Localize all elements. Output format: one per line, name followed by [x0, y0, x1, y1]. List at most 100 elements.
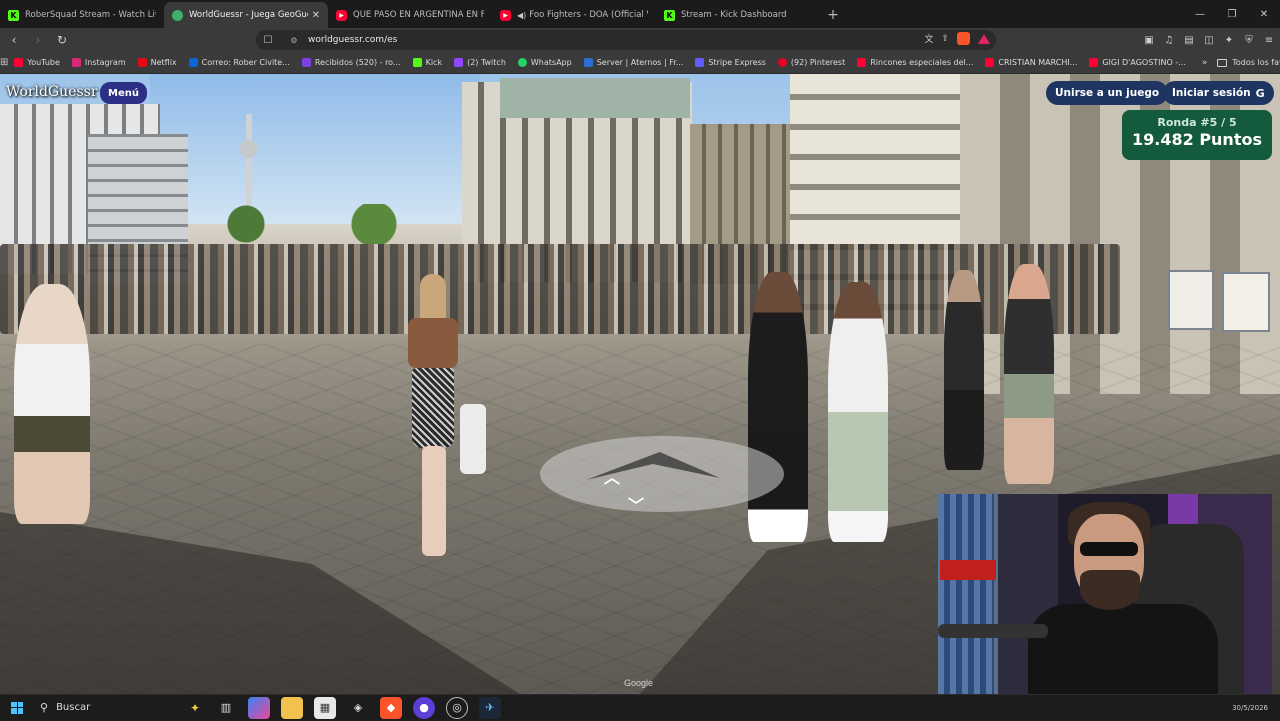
reload-icon[interactable]: ↻: [52, 30, 72, 50]
curtain: [938, 494, 994, 694]
system-tray-date[interactable]: 30/5/2026: [1232, 704, 1280, 712]
round-score-panel: Ronda #5 / 5 19.482 Puntos: [1122, 110, 1272, 160]
proton-mail-icon: [301, 58, 311, 67]
wallet-icon[interactable]: ◫: [1202, 30, 1216, 50]
apps-grid-icon[interactable]: ⊞: [0, 57, 8, 68]
sidebar-icon[interactable]: ▤: [1182, 30, 1196, 50]
tab-que-paso[interactable]: ▶ QUÉ PASÓ EN ARGENTINA EN FEBRE: [328, 2, 492, 28]
address-bar[interactable]: ☐ ⚙ worldguessr.com/es 文 ⇪: [256, 30, 996, 50]
bookmark-icon[interactable]: ☐: [258, 35, 278, 46]
bookmark-item[interactable]: GIGI D'AGOSTINO -...: [1083, 58, 1192, 67]
translate-icon[interactable]: 文: [924, 32, 933, 45]
navigation-ring[interactable]: [540, 436, 784, 512]
youtube-icon: ▶: [336, 9, 347, 21]
pedestrian: [1004, 264, 1054, 484]
building-roof: [500, 78, 690, 118]
speaker-icon[interactable]: ◀): [517, 11, 526, 20]
new-tab-button[interactable]: +: [820, 2, 846, 28]
minimize-icon[interactable]: —: [1184, 0, 1216, 28]
copilot-sparkle-icon: ✦: [189, 700, 200, 715]
bookmark-item[interactable]: Rincones especiales del...: [851, 58, 979, 67]
google-icon: G: [1255, 86, 1265, 100]
whatsapp-icon: [517, 58, 527, 67]
bookmark-item[interactable]: Server | Aternos | Fr...: [578, 58, 690, 67]
youtube-icon: [1089, 58, 1099, 67]
start-button[interactable]: [0, 695, 34, 721]
youtube-icon: [14, 58, 24, 67]
folder-icon: [1217, 58, 1228, 67]
browser-toolbar: ‹ › ↻ ☐ ⚙ worldguessr.com/es 文 ⇪ ▣ ♫ ▤ ◫…: [0, 28, 1280, 52]
worldguessr-logo[interactable]: WorldGuessr: [6, 84, 98, 100]
tab-robersquad[interactable]: K RoberSquad Stream - Watch Live: [0, 2, 164, 28]
media-icon[interactable]: ♫: [1162, 30, 1176, 50]
webcam-overlay: [938, 494, 1272, 694]
restore-icon[interactable]: ❐: [1216, 0, 1248, 28]
youtube-icon: ▶: [500, 9, 511, 21]
menu-icon[interactable]: ≡: [1262, 30, 1276, 50]
tab-strip: K RoberSquad Stream - Watch Live WorldGu…: [0, 0, 1280, 28]
forward-icon[interactable]: ›: [28, 30, 48, 50]
store-icon[interactable]: ▦: [314, 696, 336, 719]
tote-bag: [460, 404, 486, 474]
bookmark-item[interactable]: Netflix: [132, 58, 183, 67]
bookmark-item[interactable]: (92) Pinterest: [772, 58, 851, 67]
tab-title: Foo Fighters - DOA (Official Vide: [529, 10, 648, 20]
task-view-icon[interactable]: ▥: [215, 697, 237, 719]
tab-title: Stream - Kick Dashboard: [681, 10, 787, 20]
vpn-icon[interactable]: ⛨: [1242, 30, 1256, 50]
bookmark-item[interactable]: Correo: Rober Civite...: [183, 58, 296, 67]
kick-icon: [412, 58, 422, 67]
legs: [422, 446, 446, 556]
app-icon[interactable]: ◈: [347, 697, 369, 719]
menu-button[interactable]: Menú: [100, 82, 147, 104]
tab-worldguessr[interactable]: WorldGuessr - Juega GeoGuessr ✕: [164, 2, 328, 28]
close-window-icon[interactable]: ✕: [1248, 0, 1280, 28]
tab-title: QUÉ PASÓ EN ARGENTINA EN FEBRE: [353, 10, 484, 20]
taskbar-search[interactable]: ⚲ Buscar ✦: [34, 697, 204, 719]
login-button[interactable]: Iniciar sesión G: [1163, 81, 1274, 105]
bookmark-item[interactable]: Stripe Express: [689, 58, 772, 67]
bookmark-item[interactable]: CRISTIAN MARCHI...: [979, 58, 1083, 67]
site-info-icon[interactable]: ⚙: [286, 36, 302, 45]
google-watermark: Google: [624, 678, 654, 688]
round-counter: Ronda #5 / 5: [1157, 116, 1237, 129]
netflix-icon: [137, 58, 147, 67]
brave-shield-icon[interactable]: [957, 32, 970, 45]
twitch-icon: [454, 58, 464, 67]
copilot-icon[interactable]: [248, 696, 270, 719]
brave-rewards-icon[interactable]: [978, 33, 990, 44]
tab-kick-dashboard[interactable]: K Stream - Kick Dashboard: [656, 2, 820, 28]
bookmark-item[interactable]: Kick: [407, 58, 449, 67]
bookmarks-overflow-button[interactable]: »: [1192, 58, 1218, 68]
app-icon[interactable]: ◎: [446, 696, 468, 719]
bookmark-item[interactable]: YouTube: [8, 58, 66, 67]
pedestrian: [828, 282, 888, 542]
bookmark-item[interactable]: WhatsApp: [512, 58, 578, 67]
tab-foo-fighters[interactable]: ▶ ◀) Foo Fighters - DOA (Official Vide: [492, 2, 656, 28]
login-label: Iniciar sesión: [1172, 87, 1251, 99]
instagram-icon: [71, 58, 81, 67]
steam-icon[interactable]: ✈: [479, 696, 501, 719]
close-tab-icon[interactable]: ✕: [312, 10, 320, 21]
join-game-button[interactable]: Unirse a un juego: [1046, 81, 1169, 105]
chevron-down-icon[interactable]: ︿: [628, 494, 644, 518]
outlook-icon: [188, 58, 198, 67]
bookmark-item[interactable]: Instagram: [66, 58, 132, 67]
youtube-icon: [857, 58, 867, 67]
beard: [1080, 570, 1140, 610]
pinterest-icon: [777, 58, 787, 67]
back-icon[interactable]: ‹: [4, 30, 24, 50]
window-controls: — ❐ ✕: [1184, 0, 1280, 28]
chevron-up-icon[interactable]: ︿: [604, 464, 620, 488]
file-explorer-icon[interactable]: [281, 696, 303, 719]
screenshot-icon[interactable]: ▣: [1142, 30, 1156, 50]
leo-icon[interactable]: ✦: [1222, 30, 1236, 50]
obs-icon[interactable]: ●: [413, 696, 435, 719]
sky: [150, 74, 480, 224]
all-favorites-button[interactable]: Todos los favoritos: [1217, 58, 1280, 67]
bookmark-item[interactable]: (2) Twitch: [448, 58, 512, 67]
bookmark-item[interactable]: Recibidos (520) - ro...: [296, 58, 407, 67]
sunglasses: [1080, 542, 1138, 556]
brave-browser-icon[interactable]: ◆: [380, 696, 402, 719]
share-icon[interactable]: ⇪: [941, 34, 949, 44]
